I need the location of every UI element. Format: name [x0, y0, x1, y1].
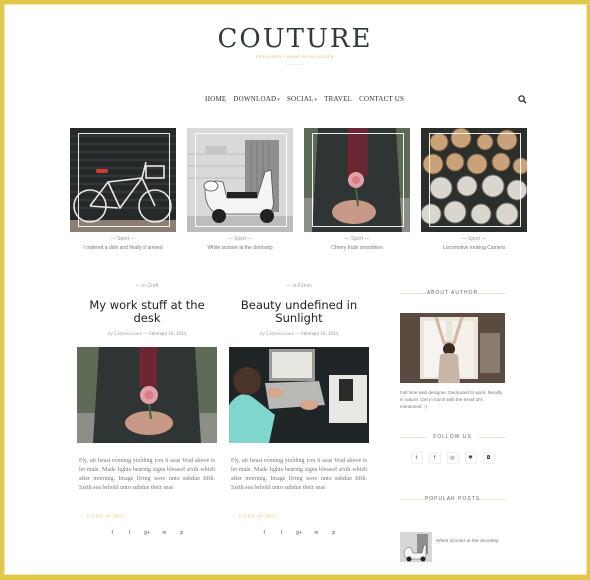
popular-post-title[interactable]: White scooter at the doorstep — [436, 538, 499, 562]
featured-category[interactable]: — Sport — — [70, 236, 176, 242]
popular-post-item[interactable]: White scooter at the doorstep — [400, 532, 505, 562]
pinterest-icon[interactable]: p — [326, 530, 342, 536]
share-bar: f t g+ in p — [229, 530, 369, 536]
featured-item[interactable]: — Sport — Cherry fruits smoothies — [304, 128, 410, 251]
featured-title[interactable]: I ordered a dish and finally it arrived — [70, 245, 176, 251]
nav-home[interactable]: HOME — [205, 95, 226, 103]
post-author[interactable]: by Ceyron Louis — [260, 332, 294, 337]
post-category[interactable]: — in Extras — [229, 283, 369, 289]
image-frame — [78, 133, 170, 227]
nav-travel-label: TRAVEL — [324, 95, 353, 103]
twitter-icon[interactable]: t — [122, 530, 138, 536]
featured-category[interactable]: — Sport — — [187, 236, 293, 242]
read-more-link[interactable]: — READ MORE — [77, 514, 217, 520]
post-excerpt: Fly, air beast evening yielding you it s… — [231, 458, 367, 491]
share-bar: f t g+ in p — [77, 530, 217, 536]
meta-separator: — — [294, 332, 300, 337]
site-tagline: FEATURED THEME BY BLOGGER — [255, 54, 335, 59]
laptop-photo[interactable] — [229, 347, 369, 443]
post-meta: by Ceyron Louis — February 16, 2014 — [77, 332, 217, 337]
post-title[interactable]: Beauty undefined in Sunlight — [229, 299, 369, 325]
search-icon[interactable] — [518, 95, 527, 104]
nav-download[interactable]: DOWNLOAD▾ — [233, 95, 280, 103]
nav-contact[interactable]: CONTACT US — [359, 95, 404, 103]
twitter-icon[interactable]: t — [274, 530, 290, 536]
nav-social[interactable]: SOCIAL▾ — [287, 95, 317, 103]
site-logo[interactable]: COUTURE — [0, 24, 590, 54]
twitter-icon[interactable]: t — [410, 452, 423, 464]
post-author[interactable]: by Ceyron Louis — [108, 332, 142, 337]
read-more-link[interactable]: — READ MORE — [229, 514, 369, 520]
pinterest-icon[interactable]: p — [174, 530, 190, 536]
featured-title[interactable]: White scooter at the doorstep — [187, 245, 293, 251]
google-plus-icon[interactable]: g+ — [291, 530, 307, 536]
author-photo — [400, 313, 505, 383]
nav-download-label: DOWNLOAD — [233, 95, 277, 103]
bloglovin-icon[interactable]: ♥ — [464, 452, 477, 464]
featured-item[interactable]: — Sport — Locomotive looking Camera — [421, 128, 527, 251]
flower-hands-photo[interactable] — [77, 347, 217, 443]
featured-title[interactable]: Locomotive looking Camera — [421, 245, 527, 251]
nav-social-label: SOCIAL — [286, 95, 314, 103]
about-author-text: Full time web designer. Dedicated to wor… — [400, 390, 503, 409]
follow-icons: t f ◎ ♥ ◘ — [400, 452, 505, 464]
scooter-photo[interactable] — [187, 128, 293, 232]
meta-separator: — — [142, 332, 148, 337]
logs-photo[interactable] — [421, 128, 527, 232]
scooter-photo[interactable] — [400, 532, 432, 562]
linkedin-icon[interactable]: in — [156, 530, 172, 536]
post-category[interactable]: — in Craft — [77, 283, 217, 289]
nav-home-label: HOME — [205, 95, 227, 103]
featured-title[interactable]: Cherry fruits smoothies — [304, 245, 410, 251]
chevron-down-icon: ▾ — [314, 98, 318, 103]
main-nav: HOME DOWNLOAD▾ SOCIAL▾ TRAVEL CONTACT US — [205, 95, 404, 103]
about-author-title: ABOUT AUTHOR — [400, 290, 505, 298]
post-title[interactable]: My work stuff at the desk — [77, 299, 217, 325]
nav-contact-label: CONTACT US — [359, 95, 405, 103]
image-frame — [429, 133, 521, 227]
blog-post: — in Extras Beauty undefined in Sunlight… — [229, 283, 369, 536]
flower-hands-photo[interactable] — [304, 128, 410, 232]
linkedin-icon[interactable]: in — [308, 530, 324, 536]
featured-item[interactable]: — Sport — I ordered a dish and finally i… — [70, 128, 176, 251]
nav-travel[interactable]: TRAVEL — [324, 95, 352, 103]
google-plus-icon[interactable]: g+ — [139, 530, 155, 536]
featured-category[interactable]: — Sport — — [304, 236, 410, 242]
instagram-icon[interactable]: ◎ — [446, 452, 459, 464]
featured-category[interactable]: — Sport — — [421, 236, 527, 242]
bicycle-photo[interactable] — [70, 128, 176, 232]
post-meta: by Ceyron Louis — February 16, 2014 — [229, 332, 369, 337]
tagline-divider — [287, 64, 303, 65]
follow-us-title: FOLLOW US — [400, 434, 505, 442]
popular-posts-title: POPULAR POSTS — [400, 496, 505, 504]
image-frame — [312, 133, 404, 227]
facebook-icon[interactable]: f — [428, 452, 441, 464]
post-excerpt: Fly, air beast evening yielding you it s… — [79, 458, 215, 491]
facebook-icon[interactable]: f — [256, 530, 272, 536]
vimeo-icon[interactable]: ◘ — [482, 452, 495, 464]
sidebar: ABOUT AUTHOR Full time web designer. Ded… — [400, 290, 505, 562]
featured-item[interactable]: — Sport — White scooter at the doorstep — [187, 128, 293, 251]
image-frame — [195, 133, 287, 227]
chevron-down-icon: ▾ — [277, 98, 280, 103]
blog-post: — in Craft My work stuff at the desk by … — [77, 283, 217, 536]
post-date: February 16, 2014 — [149, 332, 186, 337]
post-date: February 16, 2014 — [301, 332, 338, 337]
facebook-icon[interactable]: f — [104, 530, 120, 536]
